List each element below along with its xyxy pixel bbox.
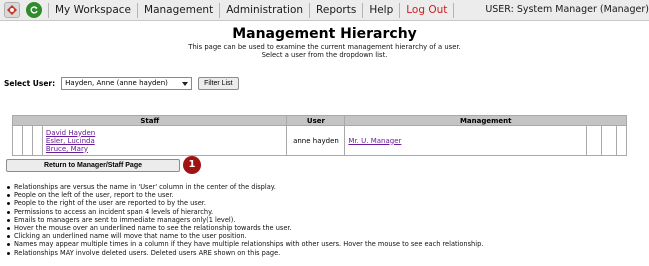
refresh-icon[interactable] (26, 2, 42, 18)
staff-link-bruce-mary[interactable]: Bruce, Mary (46, 145, 284, 153)
nav-help[interactable]: Help (369, 4, 393, 16)
manager-link[interactable]: Mr. U. Manager (345, 137, 401, 145)
empty-cell (12, 125, 23, 156)
note-item: People to the right of the user are repo… (6, 199, 646, 207)
nav-logout[interactable]: Log Out (406, 4, 447, 16)
empty-cell (615, 125, 628, 156)
filter-list-button[interactable]: Filter List (198, 77, 239, 90)
nav-administration[interactable]: Administration (226, 4, 303, 16)
empty-cell (21, 125, 33, 156)
select-user-label: Select User: (4, 79, 56, 88)
notes-list: Relationships are versus the name in 'Us… (6, 183, 646, 257)
page-title: Management Hierarchy (232, 26, 417, 42)
nav-separator (309, 2, 311, 18)
chevron-down-icon (182, 82, 189, 86)
note-item: Relationships MAY involve deleted users.… (6, 249, 646, 257)
empty-cell (600, 125, 617, 156)
top-nav-bar: My Workspace Management Administration R… (0, 0, 649, 21)
nav-separator (362, 2, 364, 18)
app-logo-icon[interactable] (4, 2, 20, 18)
note-item: Names may appear multiple times in a col… (6, 240, 646, 248)
note-item: Clicking an underlined name will move th… (6, 232, 646, 240)
page-subtitle: This page can be used to examine the cur… (188, 43, 461, 51)
staff-link-esler-lucinda[interactable]: Esler, Lucinda (46, 137, 284, 145)
nav-separator (453, 2, 455, 18)
note-item: Hover the mouse over an underlined name … (6, 224, 646, 232)
note-item: Relationships are versus the name in 'Us… (6, 183, 646, 191)
nav-my-workspace[interactable]: My Workspace (55, 4, 131, 16)
nav-separator (48, 2, 49, 18)
nav-reports[interactable]: Reports (316, 4, 356, 16)
return-to-manager-staff-button[interactable]: Return to Manager/Staff Page (6, 159, 180, 172)
table-row: David Hayden Esler, Lucinda Bruce, Mary … (12, 125, 628, 156)
table-header-row: Staff User Management (11, 115, 627, 126)
page-instructions: Select a user from the dropdown list. (261, 51, 388, 59)
user-column-header: User (286, 115, 346, 126)
nav-separator (137, 2, 139, 18)
user-select[interactable]: Hayden, Anne (anne hayden) (61, 77, 193, 90)
user-select-value: Hayden, Anne (anne hayden) (65, 79, 168, 87)
hierarchy-table: Staff User Management David Hayden Esler… (11, 115, 628, 156)
nav-separator (219, 2, 221, 18)
user-cell: anne hayden (286, 125, 346, 156)
annotation-badge: 1 (183, 156, 201, 174)
nav-separator (399, 2, 401, 18)
nav-management[interactable]: Management (144, 4, 213, 16)
note-item: Emails to managers are sent to immediate… (6, 216, 646, 224)
staff-column-header: Staff (11, 115, 288, 126)
empty-cell (586, 125, 602, 156)
staff-cell: David Hayden Esler, Lucinda Bruce, Mary (41, 125, 288, 156)
staff-link-david-hayden[interactable]: David Hayden (46, 129, 284, 137)
select-user-row: Select User: Hayden, Anne (anne hayden) … (4, 77, 239, 90)
note-item: People on the left of the user, report t… (6, 191, 646, 199)
current-user-label: USER: System Manager (Manager) (485, 4, 649, 15)
management-cell: Mr. U. Manager (344, 125, 587, 156)
management-column-header: Management (344, 115, 627, 126)
note-item: Permissions to access an incident span 4… (6, 208, 646, 216)
empty-cell (31, 125, 43, 156)
